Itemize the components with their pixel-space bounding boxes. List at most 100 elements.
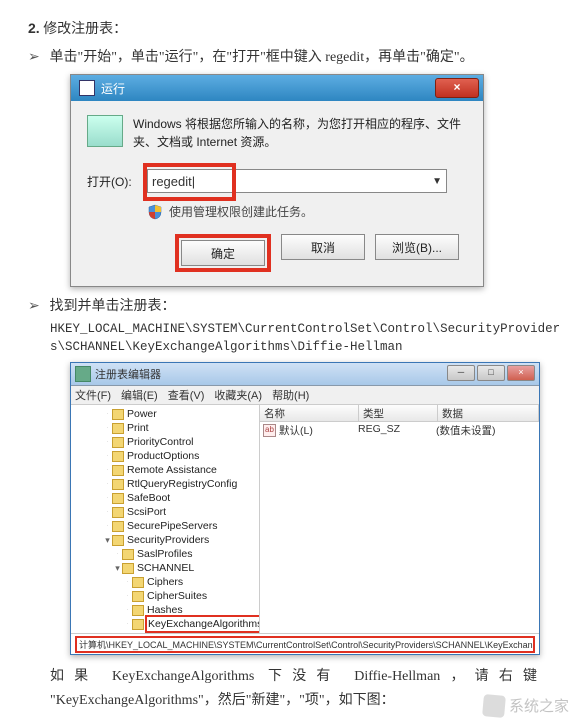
menu-view[interactable]: 查看(V) (168, 387, 205, 403)
folder-icon (112, 507, 124, 518)
tree-item[interactable]: ·SafeBoot (73, 491, 257, 505)
tree-item[interactable]: · SaslProfiles (73, 547, 257, 561)
tree-expand-icon[interactable]: · (123, 617, 132, 631)
tree-item-label: Power (127, 407, 157, 421)
open-label: 打开(O): (87, 173, 147, 190)
folder-icon (112, 465, 124, 476)
list-row-default[interactable]: ab 默认(L) REG_SZ (数值未设置) (260, 422, 539, 439)
tree-item[interactable]: ·SecurePipeServers (73, 519, 257, 533)
regedit-titlebar[interactable]: 注册表编辑器 ─ □ × (71, 363, 539, 386)
tree-expand-icon[interactable]: · (103, 505, 112, 519)
tree-item[interactable]: ·ScsiPort (73, 505, 257, 519)
open-input[interactable]: regedit| ▼ (147, 169, 447, 193)
tree-expand-icon[interactable]: · (103, 421, 112, 435)
minimize-button[interactable]: ─ (447, 365, 475, 381)
tree-item-label: RtlQueryRegistryConfig (127, 477, 237, 491)
browse-button[interactable]: 浏览(B)... (375, 234, 459, 260)
close-icon: × (518, 367, 523, 377)
close-button[interactable]: × (507, 365, 535, 381)
tree-expand-icon[interactable]: · (103, 463, 112, 477)
tree-item[interactable]: · RtlQueryRegistryConfig (73, 477, 257, 491)
col-type[interactable]: 类型 (359, 405, 438, 421)
menu-file[interactable]: 文件(F) (75, 387, 111, 403)
tree-item[interactable]: ·Remote Assistance (73, 463, 257, 477)
registry-editor: 注册表编辑器 ─ □ × 文件(F) 编辑(E) 查看(V) 收藏夹(A) 帮助… (70, 362, 540, 655)
folder-icon (132, 577, 144, 588)
tree-expand-icon[interactable]: · (103, 477, 112, 491)
tree-item[interactable]: ▾ SCHANNEL (73, 561, 257, 575)
cancel-button-label: 取消 (311, 239, 335, 256)
watermark-icon (482, 694, 506, 718)
folder-icon (132, 591, 144, 602)
final-paragraph: 如果 KeyExchangeAlgorithms 下没有 Diffie-Hell… (50, 665, 537, 713)
status-bar: 计算机\HKEY_LOCAL_MACHINE\SYSTEM\CurrentCon… (71, 633, 539, 654)
tree-expand-icon[interactable]: · (123, 589, 132, 603)
tree-view[interactable]: ·Power·Print·PriorityControl·ProductOpti… (71, 405, 260, 633)
folder-icon (112, 493, 124, 504)
run-description: Windows 将根据您所输入的名称，为您打开相应的程序、文件夹、文档或 Int… (133, 115, 467, 151)
input-value: regedit (152, 174, 192, 189)
close-button[interactable]: × (435, 78, 479, 98)
tree-expand-icon[interactable]: · (103, 491, 112, 505)
tree-expand-icon[interactable]: · (113, 547, 122, 561)
tree-item-label: SaslProfiles (137, 547, 192, 561)
ok-highlight: 确定 (175, 234, 271, 272)
tree-item-label: CipherSuites (147, 589, 207, 603)
folder-icon (112, 451, 124, 462)
text-cursor: | (192, 174, 195, 189)
folder-icon (112, 423, 124, 434)
col-data[interactable]: 数据 (438, 405, 539, 421)
watermark-text: 系统之家 (509, 695, 569, 716)
step-heading: 2. 修改注册表： (28, 18, 567, 38)
tree-expand-icon[interactable]: · (103, 435, 112, 449)
tree-item-label: SCHANNEL (137, 561, 194, 575)
tree-expand-icon[interactable]: · (123, 575, 132, 589)
ok-button[interactable]: 确定 (181, 240, 265, 266)
col-name[interactable]: 名称 (260, 405, 359, 421)
tree-item[interactable]: ▾SecurityProviders (73, 533, 257, 547)
folder-icon (122, 563, 134, 574)
menu-fav[interactable]: 收藏夹(A) (214, 387, 262, 403)
row-type: REG_SZ (354, 423, 432, 438)
close-icon: × (453, 80, 460, 94)
tree-item-label: Ciphers (147, 575, 183, 589)
tree-expand-icon[interactable]: ▾ (103, 533, 112, 547)
tree-item[interactable]: · PriorityControl (73, 435, 257, 449)
tree-item[interactable]: · Power (73, 407, 257, 421)
run-dialog: 运行 × Windows 将根据您所输入的名称，为您打开相应的程序、文件夹、文档… (70, 74, 484, 287)
tree-expand-icon[interactable]: · (103, 519, 112, 533)
folder-icon (132, 633, 144, 634)
list-view[interactable]: 名称 类型 数据 ab 默认(L) REG_SZ (数值未设置) (260, 405, 539, 633)
folder-icon (112, 479, 124, 490)
step-number: 2. (28, 20, 40, 36)
menu-help[interactable]: 帮助(H) (272, 387, 309, 403)
tree-item[interactable]: ·ProductOptions (73, 449, 257, 463)
menu-edit[interactable]: 编辑(E) (121, 387, 158, 403)
tree-item[interactable]: ·KeyExchangeAlgorithms (73, 617, 257, 631)
maximize-button[interactable]: □ (477, 365, 505, 381)
bullet-1: ➢ 单击"开始"，单击"运行"，在"打开"框中键入 regedit，再单击"确定… (28, 46, 567, 66)
tree-expand-icon[interactable]: · (123, 603, 132, 617)
tree-item[interactable]: · CipherSuites (73, 589, 257, 603)
tree-item[interactable]: ·Print (73, 421, 257, 435)
tree-item-label: PriorityControl (127, 435, 194, 449)
tree-expand-icon[interactable]: · (103, 449, 112, 463)
bullet-2: ➢ 找到并单击注册表： (28, 295, 567, 315)
bullet-2-text: 找到并单击注册表： (50, 299, 176, 314)
folder-icon (112, 409, 124, 420)
tree-expand-icon[interactable]: · (123, 631, 132, 633)
tree-item-label: Protocols (147, 631, 191, 633)
tree-expand-icon[interactable]: · (103, 407, 112, 421)
run-titlebar[interactable]: 运行 × (71, 75, 483, 101)
tree-expand-icon[interactable]: ▾ (113, 561, 122, 575)
folder-icon (132, 605, 144, 616)
regedit-title: 注册表编辑器 (95, 366, 161, 382)
watermark: 系统之家 (483, 695, 569, 717)
row-data: (数值未设置) (432, 423, 539, 438)
tree-item[interactable]: · Ciphers (73, 575, 257, 589)
cancel-button[interactable]: 取消 (281, 234, 365, 260)
dropdown-arrow-icon[interactable]: ▼ (432, 176, 442, 187)
folder-icon (132, 619, 144, 630)
folder-icon (122, 549, 134, 560)
folder-icon (112, 437, 124, 448)
